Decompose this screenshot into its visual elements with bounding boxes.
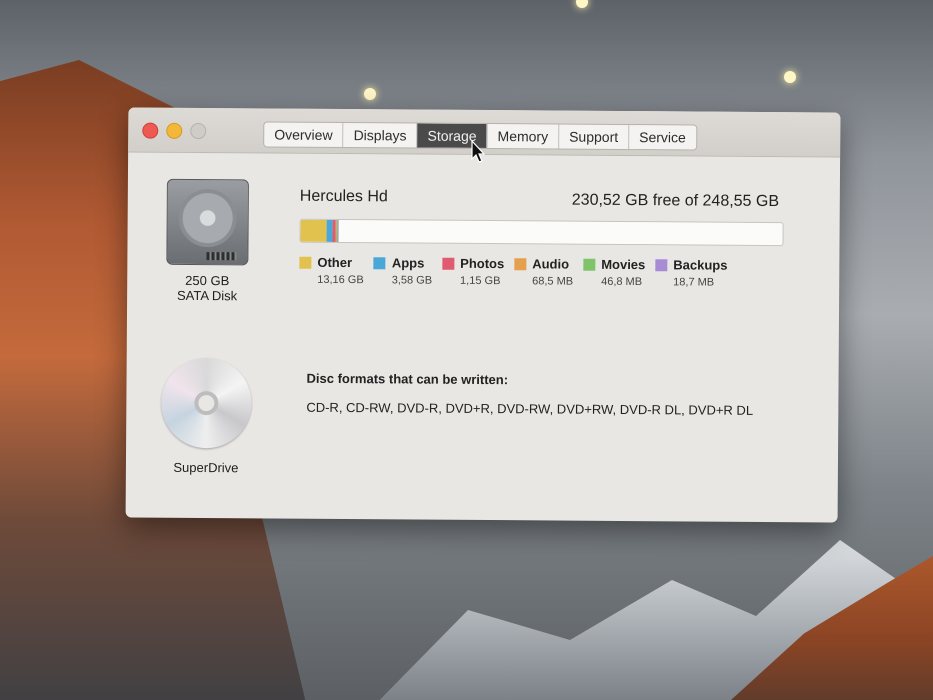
legend-swatch bbox=[299, 256, 312, 269]
legend-label: Photos bbox=[460, 255, 505, 272]
legend-label: Other bbox=[317, 254, 353, 271]
tab-displays[interactable]: Displays bbox=[343, 123, 418, 148]
mouse-pointer-icon bbox=[471, 140, 485, 163]
about-this-mac-window: Overview Displays Storage Memory Support… bbox=[125, 107, 841, 523]
close-button[interactable] bbox=[142, 122, 159, 139]
disk-name: Hercules Hd bbox=[299, 187, 388, 206]
minimize-button[interactable] bbox=[166, 122, 183, 139]
legend-swatch bbox=[442, 257, 455, 270]
legend-swatch bbox=[655, 258, 668, 271]
legend-size: 3,58 GB bbox=[391, 274, 433, 287]
legend-size: 1,15 GB bbox=[460, 274, 501, 288]
disc-formats-title: Disc formats that can be written: bbox=[306, 370, 509, 388]
legend-item-backups: Backups 18,7 MB bbox=[655, 257, 728, 289]
window-controls bbox=[142, 122, 207, 140]
storage-legend: Other 13,16 GB Apps 3,58 GB Photos 1,15 GB Aud… bbox=[299, 255, 737, 289]
usage-segment-other bbox=[300, 219, 327, 242]
legend-swatch bbox=[583, 258, 596, 271]
light-dot bbox=[364, 88, 376, 100]
disc-formats-list: CD-R, CD-RW, DVD-R, DVD+R, DVD-RW, DVD+R… bbox=[306, 399, 754, 418]
disk-capacity: 250 GB bbox=[185, 272, 230, 289]
optical-name: SuperDrive bbox=[173, 459, 239, 476]
hard-disk-icon bbox=[166, 178, 249, 266]
disk-device[interactable]: 250 GB SATA Disk bbox=[142, 178, 273, 304]
legend-size: 18,7 MB bbox=[673, 276, 715, 289]
legend-item-apps: Apps 3,58 GB bbox=[373, 255, 433, 287]
tab-memory[interactable]: Memory bbox=[487, 124, 560, 149]
legend-item-photos: Photos 1,15 GB bbox=[442, 256, 504, 287]
legend-label: Backups bbox=[673, 257, 728, 273]
legend-swatch bbox=[514, 257, 527, 270]
legend-size: 13,16 GB bbox=[317, 273, 364, 287]
legend-size: 68,5 MB bbox=[532, 275, 574, 288]
storage-usage-bar[interactable] bbox=[299, 218, 784, 247]
light-dot bbox=[784, 71, 796, 83]
tab-overview[interactable]: Overview bbox=[264, 122, 344, 148]
tab-service[interactable]: Service bbox=[629, 125, 696, 149]
disk-free-space: 230,52 GB free of 248,55 GB bbox=[571, 191, 780, 211]
legend-size: 46,8 MB bbox=[601, 275, 643, 289]
light-dot bbox=[576, 0, 588, 8]
zoom-button[interactable] bbox=[190, 122, 207, 140]
legend-label: Audio bbox=[532, 256, 570, 272]
legend-item-other: Other 13,16 GB bbox=[299, 255, 364, 286]
legend-item-audio: Audio 68,5 MB bbox=[514, 256, 574, 288]
legend-label: Apps bbox=[391, 255, 425, 271]
legend-label: Movies bbox=[601, 256, 646, 273]
legend-swatch bbox=[373, 256, 386, 269]
storage-pane: 250 GB SATA Disk SuperDrive Hercules Hd … bbox=[126, 153, 841, 523]
usage-segment-backups bbox=[337, 219, 338, 242]
legend-item-movies: Movies 46,8 MB bbox=[583, 257, 645, 288]
optical-disc-icon bbox=[161, 357, 252, 449]
tab-support[interactable]: Support bbox=[559, 124, 630, 150]
optical-device[interactable]: SuperDrive bbox=[141, 357, 272, 476]
disk-type: SATA Disk bbox=[176, 287, 238, 304]
